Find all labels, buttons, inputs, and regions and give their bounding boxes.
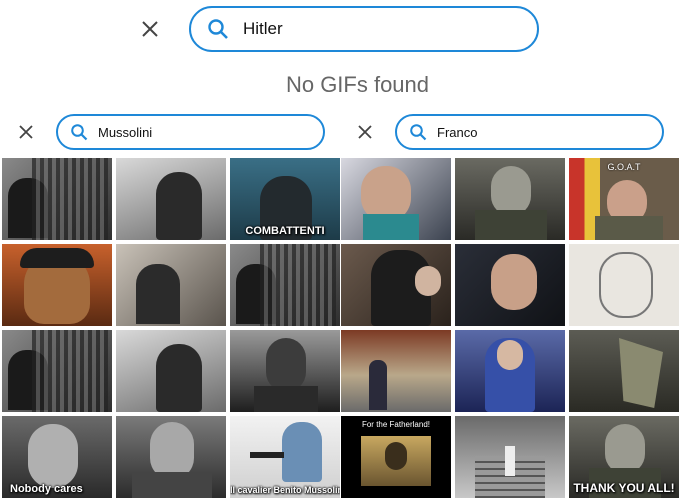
- portrait-face: [415, 266, 441, 296]
- portrait-face: [497, 340, 523, 370]
- search-input[interactable]: [437, 124, 662, 140]
- search-icon: [409, 123, 427, 141]
- statue-base: [254, 386, 318, 412]
- balcony-rail: [32, 158, 108, 240]
- balcony-rail: [260, 244, 336, 326]
- gif-thumbnail[interactable]: [341, 244, 451, 326]
- gif-thumbnail[interactable]: [455, 330, 565, 412]
- uniform: [475, 210, 547, 240]
- gif-thumbnail[interactable]: THANK YOU ALL!: [569, 416, 679, 498]
- gif-thumbnail[interactable]: [569, 330, 679, 412]
- standing-figure: [369, 360, 387, 410]
- gif-caption-top: G.O.A.T: [607, 162, 641, 172]
- scarf: [363, 214, 419, 240]
- gif-thumbnail[interactable]: [116, 330, 226, 412]
- portrait-face: [605, 424, 645, 474]
- gif-grid-mussolini: COMBATTENTI Nobody cares Il cavalier Ben…: [2, 158, 340, 498]
- cartoon-cap: [20, 248, 94, 268]
- gif-thumbnail[interactable]: [230, 244, 340, 326]
- gif-thumbnail[interactable]: [569, 244, 679, 326]
- balcony-figure: [136, 264, 180, 324]
- portrait-face: [491, 166, 531, 216]
- no-results-message: No GIFs found: [285, 72, 430, 97]
- gif-thumbnail[interactable]: Il cavalier Benito Mussolini: [230, 416, 340, 498]
- close-icon[interactable]: [15, 121, 37, 143]
- gif-thumbnail[interactable]: [341, 330, 451, 412]
- gif-thumbnail[interactable]: [2, 330, 112, 412]
- gif-caption-top: For the Fatherland!: [361, 420, 431, 429]
- speaker-figure: [156, 344, 202, 412]
- gif-thumbnail[interactable]: [116, 416, 226, 498]
- gif-thumbnail[interactable]: [230, 330, 340, 412]
- close-icon[interactable]: [354, 121, 376, 143]
- uniform: [132, 472, 212, 498]
- gif-thumbnail[interactable]: [116, 158, 226, 240]
- gif-thumbnail[interactable]: [455, 158, 565, 240]
- portrait-face: [385, 442, 407, 470]
- gif-thumbnail[interactable]: [341, 158, 451, 240]
- search-input[interactable]: [98, 124, 323, 140]
- sketch-face: [599, 252, 653, 318]
- gif-caption: COMBATTENTI: [245, 225, 325, 237]
- gif-thumbnail[interactable]: [455, 416, 565, 498]
- gif-thumbnail[interactable]: COMBATTENTI: [230, 158, 340, 240]
- gif-thumbnail[interactable]: Nobody cares: [2, 416, 112, 498]
- gif-caption: Il cavalier Benito Mussolini: [230, 485, 340, 495]
- search-icon: [207, 18, 229, 40]
- gif-thumbnail[interactable]: For the Fatherland!: [341, 416, 451, 498]
- uniform: [595, 216, 663, 240]
- gif-thumbnail[interactable]: [116, 244, 226, 326]
- gif-thumbnail[interactable]: G.O.A.T: [569, 158, 679, 240]
- statue-head: [266, 338, 306, 392]
- gif-thumbnail[interactable]: [2, 158, 112, 240]
- gif-grid-franco: G.O.A.T For the Fatherland! THANK YOU AL…: [341, 158, 679, 498]
- search-field-hitler[interactable]: [189, 6, 539, 52]
- portrait-face: [28, 424, 78, 488]
- music-stand: [250, 452, 284, 458]
- gif-caption: THANK YOU ALL!: [573, 481, 675, 495]
- search-field-mussolini[interactable]: [56, 114, 325, 150]
- flag-figure: [619, 338, 663, 408]
- speaker-figure: [156, 172, 202, 240]
- gif-thumbnail[interactable]: [455, 244, 565, 326]
- search-icon: [70, 123, 88, 141]
- walking-figure: [505, 446, 515, 476]
- speaker-figure: [282, 422, 322, 482]
- gif-thumbnail[interactable]: [2, 244, 112, 326]
- close-icon[interactable]: [138, 17, 162, 41]
- search-field-franco[interactable]: [395, 114, 664, 150]
- balcony-rail: [32, 330, 108, 412]
- actor-face: [491, 254, 537, 310]
- gif-caption: Nobody cares: [10, 483, 83, 495]
- search-input[interactable]: [243, 19, 537, 39]
